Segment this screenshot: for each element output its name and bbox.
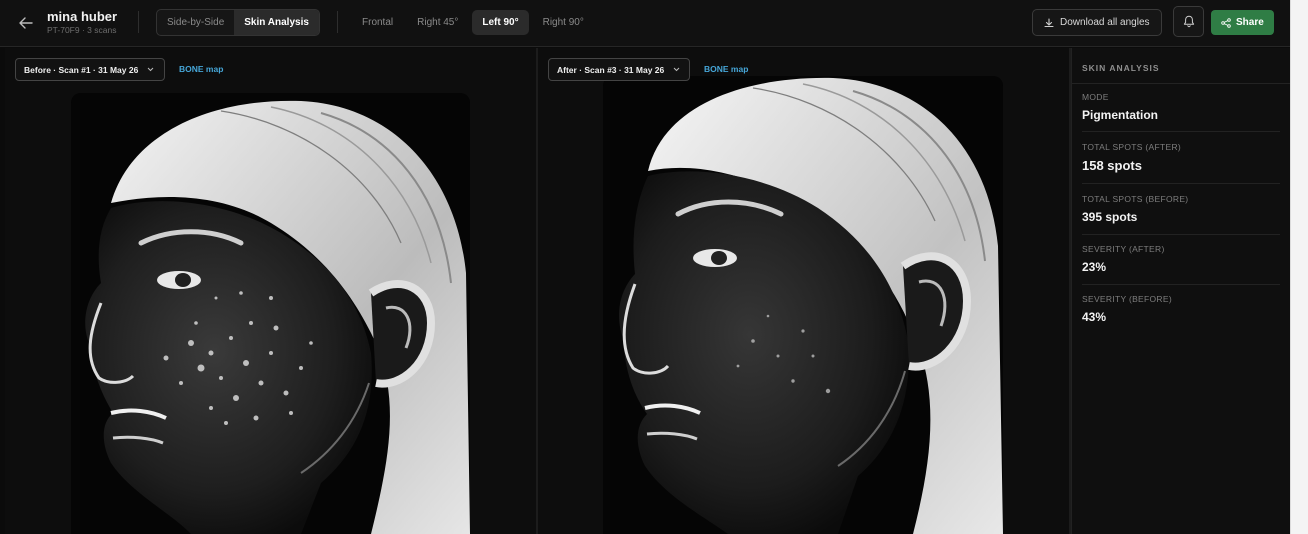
mode-side-by-side[interactable]: Side-by-Side (157, 10, 234, 35)
metric-label: TOTAL SPOTS (AFTER) (1082, 142, 1182, 152)
face-profile-image (71, 93, 470, 534)
share-label: Share (1236, 17, 1264, 28)
download-all-button[interactable]: Download all angles (1032, 9, 1162, 36)
bell-icon (1183, 15, 1194, 28)
download-label: Download all angles (1060, 17, 1150, 28)
metric-value: 395 spots (1082, 210, 1138, 224)
after-scan-label: After · Scan #3 · 31 May 26 (557, 64, 665, 75)
notifications-button[interactable] (1173, 6, 1204, 37)
metric-severity-after: SEVERITY (AFTER) 23% (1082, 244, 1280, 274)
metric-label: TOTAL SPOTS (BEFORE) (1082, 194, 1189, 204)
view-mode-toggle: Side-by-Side Skin Analysis (156, 9, 320, 36)
face-profile-image (603, 76, 1003, 534)
before-scan-label: Before · Scan #1 · 31 May 26 (24, 64, 139, 75)
top-bar: mina huber PT-70F9 · 3 scans Side-by-Sid… (0, 0, 1290, 47)
sidebar-title: SKIN ANALYSIS (1082, 63, 1160, 73)
metric-mode: MODE Pigmentation (1082, 92, 1280, 122)
after-face-image (603, 76, 1003, 534)
tab-left-90[interactable]: Left 90° (472, 10, 529, 35)
metric-severity-before: SEVERITY (BEFORE) 43% (1082, 294, 1280, 324)
metric-total-spots-before: TOTAL SPOTS (BEFORE) 395 spots (1082, 194, 1280, 224)
metric-label: SEVERITY (AFTER) (1082, 244, 1165, 254)
after-panel: After · Scan #3 · 31 May 26 BONE map (538, 48, 1069, 534)
metric-total-spots-after: TOTAL SPOTS (AFTER) 158 spots (1082, 142, 1280, 173)
patient-name: mina huber (47, 9, 118, 24)
header-divider (138, 11, 139, 33)
chevron-down-icon (673, 67, 680, 72)
patient-info: mina huber PT-70F9 · 3 scans (47, 9, 117, 36)
header-divider (337, 11, 338, 33)
page-scrollbar[interactable] (1290, 0, 1308, 534)
before-face-image (71, 93, 470, 534)
before-panel: Before · Scan #1 · 31 May 26 BONE map (5, 48, 536, 534)
skin-analysis-sidebar: SKIN ANALYSIS MODE Pigmentation TOTAL SP… (1071, 48, 1291, 534)
metric-label: SEVERITY (BEFORE) (1082, 294, 1172, 304)
download-icon (1044, 17, 1054, 27)
mode-skin-analysis[interactable]: Skin Analysis (234, 10, 319, 35)
metric-divider (1082, 284, 1280, 285)
metric-value: Pigmentation (1082, 108, 1159, 122)
metric-divider (1082, 183, 1280, 184)
metric-divider (1082, 131, 1280, 132)
before-bone-map-link[interactable]: BONE map (179, 64, 223, 74)
arrow-left-icon (19, 17, 33, 29)
tab-frontal[interactable]: Frontal (352, 10, 403, 35)
metric-divider (1082, 234, 1280, 235)
metric-value: 43% (1082, 310, 1107, 324)
metric-label: MODE (1082, 92, 1109, 102)
share-icon (1221, 17, 1231, 28)
angle-tabs: Frontal Right 45° Left 90° Right 90° (352, 10, 594, 35)
chevron-down-icon (147, 67, 154, 72)
share-button[interactable]: Share (1211, 10, 1274, 35)
after-scan-select[interactable]: After · Scan #3 · 31 May 26 (548, 58, 690, 81)
metric-value: 23% (1082, 260, 1107, 274)
patient-meta: PT-70F9 · 3 scans (47, 25, 117, 35)
sidebar-divider (1072, 83, 1291, 84)
after-bone-map-link[interactable]: BONE map (704, 64, 748, 74)
back-button[interactable] (14, 12, 38, 34)
tab-right-45[interactable]: Right 45° (407, 10, 468, 35)
tab-right-90[interactable]: Right 90° (533, 10, 594, 35)
before-scan-select[interactable]: Before · Scan #1 · 31 May 26 (15, 58, 165, 81)
metric-value: 158 spots (1082, 158, 1142, 173)
